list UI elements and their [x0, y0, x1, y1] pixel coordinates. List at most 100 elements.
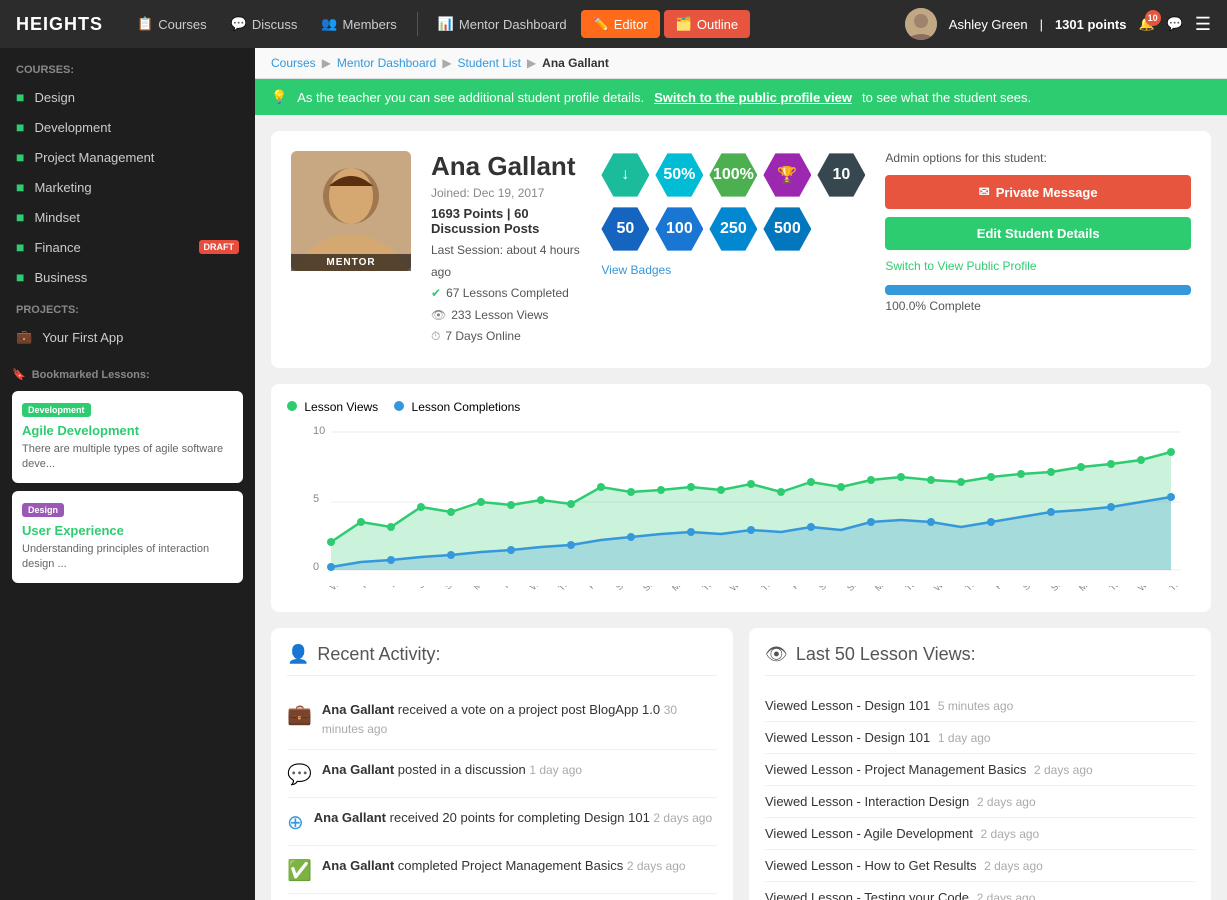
editor-button[interactable]: ✏️ Editor: [581, 10, 660, 38]
lesson-view-6: Viewed Lesson - Testing your Code 2 days…: [765, 882, 1195, 900]
lightbulb-icon: 💡: [271, 89, 287, 105]
breadcrumb-student-list[interactable]: Student List: [458, 56, 521, 70]
lesson-view-5: Viewed Lesson - How to Get Results 2 day…: [765, 850, 1195, 882]
nav-discuss[interactable]: 💬 Discuss: [221, 10, 308, 38]
briefcase-activity-icon: 💼: [287, 702, 312, 727]
menu-icon[interactable]: ☰: [1195, 14, 1211, 35]
breadcrumb-mentor-dashboard[interactable]: Mentor Dashboard: [337, 56, 436, 70]
nav-divider: [417, 12, 418, 36]
activity-completed-time: 2 days ago: [627, 859, 686, 873]
sidebar-item-first-app[interactable]: 💼 Your First App: [0, 322, 255, 352]
folder-icon: ■: [16, 269, 24, 285]
top-nav: HEIGHTS 📋 Courses 💬 Discuss 👥 Members 📊 …: [0, 0, 1227, 48]
lesson-0-time: 5 minutes ago: [938, 699, 1013, 713]
lesson-5-time: 2 days ago: [984, 859, 1043, 873]
switch-profile-label: Switch to View Public Profile: [885, 259, 1036, 273]
sidebar-item-project-management[interactable]: ■ Project Management: [0, 142, 255, 172]
lesson-0-name: Viewed Lesson - Design 101: [765, 698, 930, 713]
lessons-completed: ✔ 67 Lessons Completed: [431, 283, 581, 305]
teacher-notice: 💡 As the teacher you can see additional …: [255, 79, 1227, 115]
bookmark-tag-design: Design: [22, 503, 64, 517]
notification-bell[interactable]: 🔔 10: [1138, 16, 1154, 32]
nav-right: Ashley Green | 1301 points 🔔 10 💬 ☰: [905, 8, 1211, 40]
notification-badge: 10: [1145, 10, 1161, 26]
chart-icon: 📊: [438, 16, 454, 32]
lesson-view-1: Viewed Lesson - Design 101 1 day ago: [765, 722, 1195, 754]
lesson-6-time: 2 days ago: [977, 891, 1036, 900]
badges-row-2: 50 100 250 500: [601, 205, 865, 253]
completions-legend: Lesson Completions: [394, 400, 520, 414]
briefcase-icon: 💼: [16, 329, 32, 345]
folder-icon: ■: [16, 149, 24, 165]
sidebar-item-finance[interactable]: ■ Finance DRAFT: [0, 232, 255, 262]
nav-members[interactable]: 👥 Members: [311, 10, 406, 38]
activity-completed-name: Ana Gallant: [322, 858, 394, 873]
nav-discuss-label: Discuss: [252, 17, 298, 32]
private-msg-label: Private Message: [996, 185, 1098, 200]
bookmarked-section: 🔖 Bookmarked Lessons: Development Agile …: [0, 352, 255, 607]
badge-250: 250: [709, 205, 757, 253]
app-logo: HEIGHTS: [16, 14, 103, 35]
sidebar-item-design[interactable]: ■ Design: [0, 82, 255, 112]
badge-download: ↓: [601, 151, 649, 199]
sidebar-item-business[interactable]: ■ Business: [0, 262, 255, 292]
lesson-1-time: 1 day ago: [938, 731, 991, 745]
editor-label: Editor: [614, 17, 648, 32]
edit-student-label: Edit Student Details: [977, 226, 1100, 241]
sidebar-item-marketing[interactable]: ■ Marketing: [0, 172, 255, 202]
messages-icon[interactable]: 💬: [1167, 16, 1183, 32]
lesson-2-name: Viewed Lesson - Project Management Basic…: [765, 762, 1026, 777]
bookmark-agile-title: Agile Development: [22, 423, 233, 438]
progress-bar-wrap: [885, 285, 1191, 295]
badge-trophy: 🏆: [763, 151, 811, 199]
edit-student-button[interactable]: Edit Student Details: [885, 217, 1191, 250]
nav-mentor-dashboard[interactable]: 📊 Mentor Dashboard: [428, 10, 577, 38]
check-icon: ✔: [431, 283, 441, 305]
activity-vote-desc: received a vote on a project post BlogAp…: [398, 702, 660, 717]
svg-text:10: 10: [313, 425, 325, 437]
sidebar-pm-label: Project Management: [34, 150, 154, 165]
outline-button[interactable]: 🗂️ Outline: [664, 10, 750, 38]
courses-icon: 📋: [137, 16, 153, 32]
nav-courses[interactable]: 📋 Courses: [127, 10, 217, 38]
nav-mentor-label: Mentor Dashboard: [459, 17, 567, 32]
view-badges-link[interactable]: View Badges: [601, 263, 865, 277]
breadcrumb-courses[interactable]: Courses: [271, 56, 316, 70]
bookmark-ux[interactable]: Design User Experience Understanding pri…: [12, 491, 243, 583]
avatar[interactable]: [905, 8, 937, 40]
chat-activity-icon: 💬: [287, 762, 312, 787]
student-joined: Joined: Dec 19, 2017: [431, 186, 581, 200]
lesson-6-name: Viewed Lesson - Testing your Code: [765, 890, 969, 900]
lesson-4-name: Viewed Lesson - Agile Development: [765, 826, 973, 841]
progress-bar: [885, 285, 1191, 295]
completions-legend-label: Lesson Completions: [412, 400, 521, 414]
profile-info: Ana Gallant Joined: Dec 19, 2017 1693 Po…: [431, 151, 581, 348]
bookmark-ux-title: User Experience: [22, 523, 233, 538]
teacher-notice-text: As the teacher you can see additional st…: [297, 90, 644, 105]
student-name: Ana Gallant: [431, 151, 581, 182]
bookmark-agile[interactable]: Development Agile Development There are …: [12, 391, 243, 483]
badge-500: 500: [763, 205, 811, 253]
days-online: ⏱ 7 Days Online: [431, 326, 581, 348]
sidebar-marketing-label: Marketing: [34, 180, 91, 195]
views-legend: Lesson Views: [287, 400, 378, 414]
student-points: 1693 Points: [431, 206, 503, 221]
sidebar-item-development[interactable]: ■ Development: [0, 112, 255, 142]
activity-vote-text: Ana Gallant received a vote on a project…: [322, 700, 717, 739]
chart-x-labels: Wed 2 Thu 3 Fri 4 Sat 5 Sun 6 Mon 7 Tue …: [287, 586, 1195, 596]
mentor-label: MENTOR: [291, 254, 411, 271]
admin-section: Admin options for this student: ✉ Privat…: [885, 151, 1191, 273]
sidebar-business-label: Business: [34, 270, 87, 285]
svg-text:0: 0: [313, 561, 319, 573]
badge-50pct: 50%: [655, 151, 703, 199]
private-message-button[interactable]: ✉ Private Message: [885, 175, 1191, 209]
folder-icon: ■: [16, 179, 24, 195]
switch-profile-button[interactable]: Switch to View Public Profile: [885, 259, 1036, 273]
activity-completed-text: Ana Gallant completed Project Management…: [322, 856, 686, 876]
badge-100: 100: [655, 205, 703, 253]
switch-profile-link[interactable]: Switch to the public profile view: [654, 90, 852, 105]
nav-members-label: Members: [343, 17, 397, 32]
sidebar-item-mindset[interactable]: ■ Mindset: [0, 202, 255, 232]
activity-points: ⊕ Ana Gallant received 20 points for com…: [287, 798, 717, 846]
activity-points-text: Ana Gallant received 20 points for compl…: [314, 808, 712, 828]
